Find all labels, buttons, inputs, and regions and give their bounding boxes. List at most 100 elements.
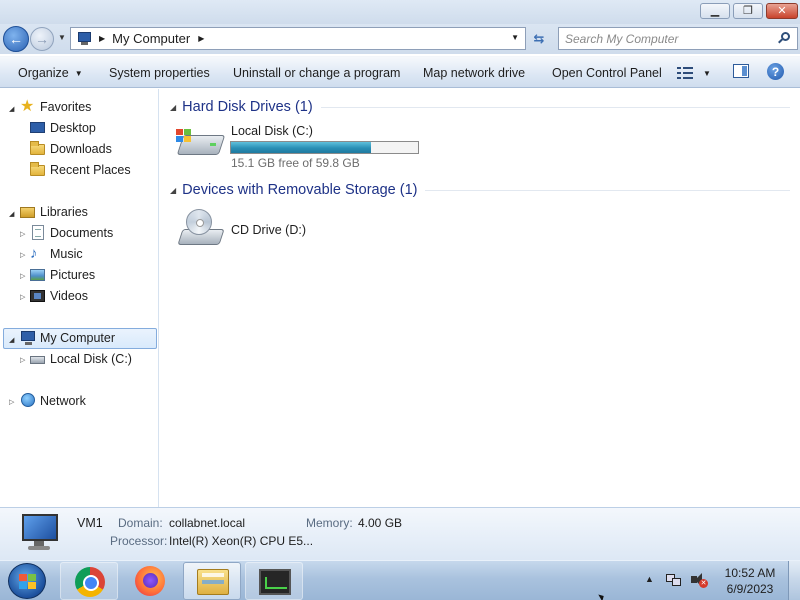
back-button[interactable]: ←	[3, 26, 29, 52]
computer-name: VM1	[77, 516, 103, 530]
group-header-label: Hard Disk Drives (1)	[182, 99, 313, 115]
collapse-arrow-icon[interactable]: ▷	[20, 230, 25, 238]
show-desktop-button[interactable]	[788, 561, 800, 600]
downloads-folder-icon	[30, 141, 46, 157]
preview-pane-icon[interactable]	[733, 64, 749, 78]
tree-item-music[interactable]: ♪ Music	[30, 244, 83, 264]
drive-name: Local Disk (C:)	[231, 124, 313, 138]
start-button[interactable]	[8, 563, 46, 599]
back-arrow-icon: ←	[9, 31, 23, 47]
recent-pages-dropdown[interactable]: ▼	[58, 33, 66, 42]
tree-item-label: Pictures	[50, 268, 96, 282]
memory-label: Memory:	[306, 516, 353, 530]
close-button[interactable]: ✕	[766, 3, 798, 19]
breadcrumb-separator-icon[interactable]: ▶	[99, 34, 105, 43]
tree-item-label: Network	[40, 394, 86, 408]
tree-item-recent-places[interactable]: Recent Places	[30, 160, 131, 180]
file-explorer-icon	[197, 569, 229, 595]
forward-button[interactable]: →	[30, 27, 54, 51]
system-properties-button[interactable]: System properties	[109, 66, 210, 80]
drive-item-cd-drive[interactable]: CD Drive (D:)	[176, 207, 336, 257]
expand-arrow-icon[interactable]: ◢	[9, 336, 14, 344]
computer-monitor-icon	[18, 514, 62, 554]
taskbar-monitor-button[interactable]	[245, 562, 303, 600]
group-header-hard-disk-drives[interactable]: ◢ Hard Disk Drives (1)	[170, 97, 790, 117]
computer-icon	[20, 330, 36, 346]
processor-value: Intel(R) Xeon(R) CPU E5...	[169, 534, 314, 548]
tree-item-favorites[interactable]: ★ Favorites	[20, 97, 91, 117]
tree-item-label: My Computer	[40, 331, 116, 345]
tree-item-my-computer[interactable]: My Computer	[20, 328, 115, 348]
tree-item-network[interactable]: Network	[20, 391, 86, 411]
system-clock[interactable]: 10:52 AM 6/9/2023	[716, 565, 784, 597]
drive-free-space: 15.1 GB free of 59.8 GB	[231, 156, 360, 170]
tree-item-label: Downloads	[50, 142, 112, 156]
hard-drive-icon	[30, 351, 46, 367]
documents-icon	[30, 225, 46, 241]
pictures-icon	[30, 267, 46, 283]
processor-label: Processor:	[110, 534, 168, 548]
uninstall-program-button[interactable]: Uninstall or change a program	[233, 66, 400, 80]
group-header-label: Devices with Removable Storage (1)	[182, 182, 418, 198]
group-divider	[425, 189, 790, 191]
minimize-button[interactable]: ▁	[700, 3, 730, 19]
help-icon[interactable]: ?	[767, 63, 784, 80]
view-options-dropdown-icon[interactable]: ▼	[703, 69, 711, 78]
performance-monitor-icon	[259, 569, 291, 595]
network-tray-icon[interactable]	[666, 572, 683, 588]
tree-item-local-disk[interactable]: Local Disk (C:)	[30, 349, 132, 369]
search-input[interactable]	[565, 31, 775, 46]
drive-name: CD Drive (D:)	[231, 223, 306, 237]
maximize-button[interactable]: ❐	[733, 3, 763, 19]
expand-arrow-icon[interactable]: ◢	[9, 105, 14, 113]
tree-item-desktop[interactable]: Desktop	[30, 118, 96, 138]
collapse-arrow-icon[interactable]: ▷	[20, 251, 25, 259]
expand-arrow-icon[interactable]: ◢	[9, 210, 14, 218]
clock-date: 6/9/2023	[726, 582, 774, 596]
group-header-removable-storage[interactable]: ◢ Devices with Removable Storage (1)	[170, 180, 790, 200]
tree-item-downloads[interactable]: Downloads	[30, 139, 112, 159]
domain-value: collabnet.local	[169, 516, 246, 530]
search-box[interactable]	[558, 27, 798, 50]
volume-muted-icon[interactable]: ✕	[691, 572, 709, 588]
taskbar-firefox-button[interactable]	[121, 562, 179, 600]
chrome-icon	[75, 567, 105, 597]
refresh-button[interactable]: ⇆	[528, 27, 550, 50]
map-network-drive-button[interactable]: Map network drive	[423, 66, 525, 80]
collapse-group-icon[interactable]: ◢	[170, 103, 176, 112]
breadcrumb-chevron-icon[interactable]: ▶	[198, 34, 204, 43]
collapse-arrow-icon[interactable]: ▷	[20, 272, 25, 280]
taskbar-chrome-button[interactable]	[60, 562, 118, 600]
tree-item-documents[interactable]: Documents	[30, 223, 113, 243]
address-dropdown-icon[interactable]: ▼	[511, 33, 519, 42]
collapse-arrow-icon[interactable]: ▷	[20, 293, 25, 301]
organize-label: Organize	[18, 66, 69, 80]
navigation-pane: ◢ ★ Favorites Desktop Downloads Recent P…	[0, 89, 159, 507]
clock-time: 10:52 AM	[724, 566, 776, 580]
search-icon[interactable]	[778, 32, 791, 45]
recent-places-icon	[30, 162, 46, 178]
address-bar[interactable]: ▶ My Computer ▶ ▼	[70, 27, 526, 50]
hard-drive-icon	[176, 121, 226, 161]
collapse-arrow-icon[interactable]: ▷	[9, 398, 14, 406]
tree-item-libraries[interactable]: Libraries	[20, 202, 88, 222]
chevron-down-icon: ▼	[74, 69, 83, 78]
disk-usage-fill	[231, 142, 371, 153]
change-view-icon[interactable]	[677, 66, 693, 80]
drive-item-local-disk[interactable]: Local Disk (C:) 15.1 GB free of 59.8 GB	[176, 121, 446, 171]
tree-item-videos[interactable]: Videos	[30, 286, 88, 306]
collapse-arrow-icon[interactable]: ▷	[20, 356, 25, 364]
show-hidden-icons-icon[interactable]: ▲	[645, 574, 654, 584]
tree-item-label: Recent Places	[50, 163, 131, 177]
film-icon	[30, 288, 46, 304]
open-control-panel-button[interactable]: Open Control Panel	[552, 66, 662, 80]
content-area: ◢ Hard Disk Drives (1) Local Disk (C:) 1…	[160, 89, 800, 507]
tree-item-pictures[interactable]: Pictures	[30, 265, 95, 285]
network-globe-icon	[20, 393, 36, 409]
organize-button[interactable]: Organize ▼	[18, 66, 83, 80]
taskbar-explorer-button[interactable]	[183, 562, 241, 600]
tree-item-label: Favorites	[40, 100, 92, 114]
breadcrumb-my-computer[interactable]: My Computer	[112, 31, 190, 46]
collapse-group-icon[interactable]: ◢	[170, 186, 176, 195]
tree-item-label: Local Disk (C:)	[50, 352, 132, 366]
